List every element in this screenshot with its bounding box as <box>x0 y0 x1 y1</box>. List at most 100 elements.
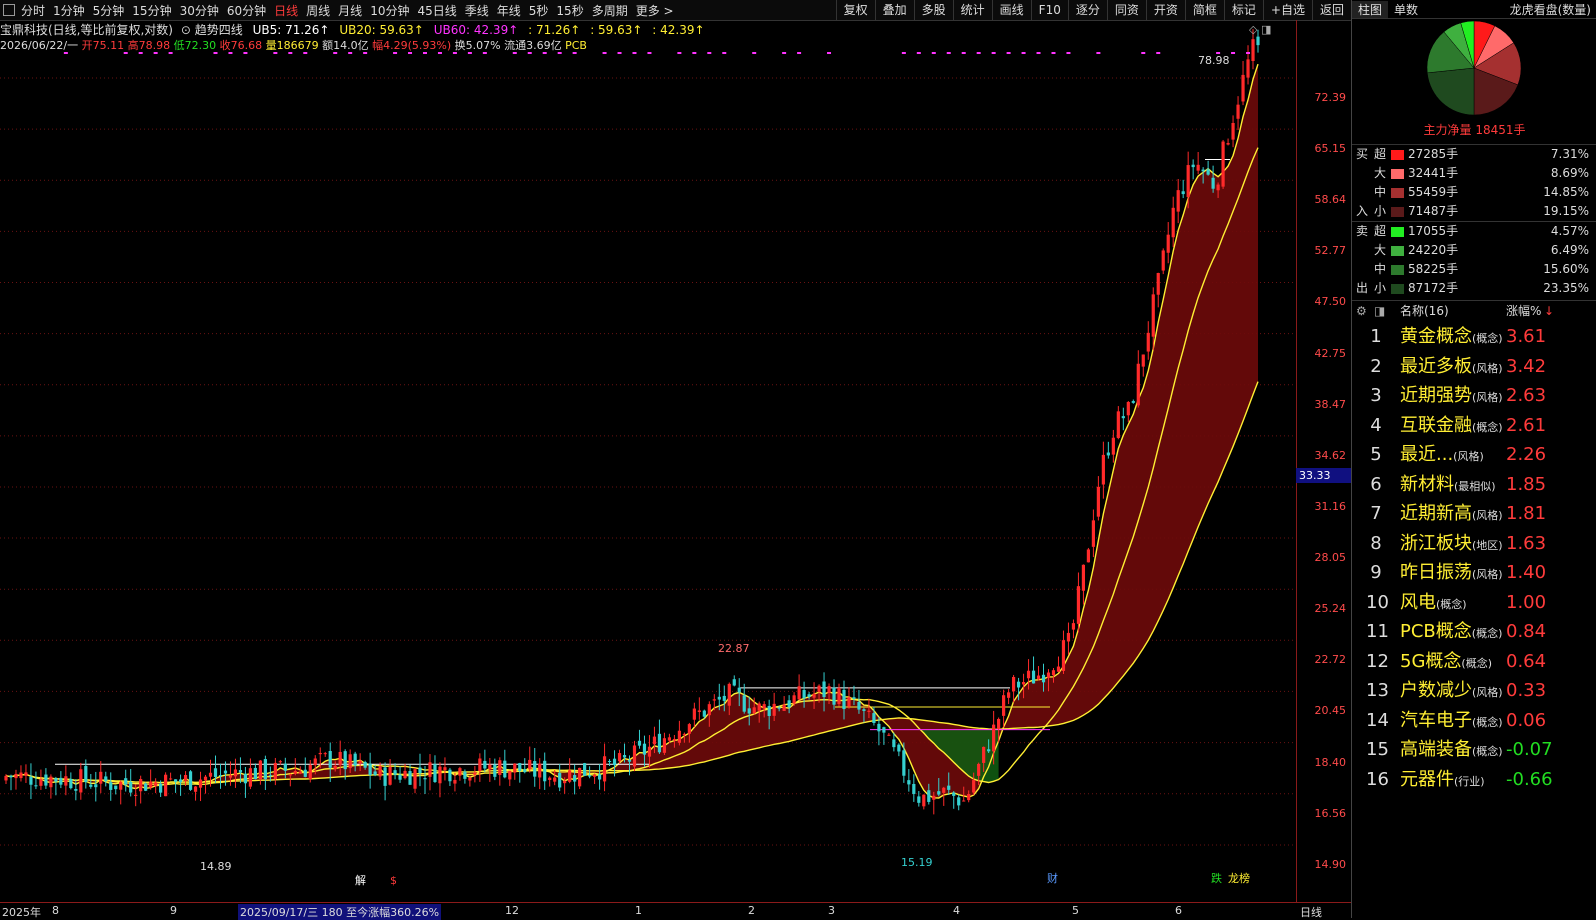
candle-body <box>208 772 213 777</box>
sector-row[interactable]: 6 新材料(最相似) 1.85 <box>1352 470 1596 500</box>
candle-body <box>957 797 961 806</box>
sector-name-header[interactable]: 名称(16) <box>1400 301 1449 321</box>
period-tab[interactable]: 30分钟 <box>180 2 219 19</box>
sector-row[interactable]: 1 黄金概念(概念) 3.61 <box>1352 322 1596 352</box>
candle-body <box>972 780 976 793</box>
candle-body <box>238 770 243 773</box>
period-tab[interactable]: 5秒 <box>529 2 549 19</box>
period-tab[interactable]: 60分钟 <box>227 2 266 19</box>
candle-body <box>1196 164 1200 171</box>
tool-button[interactable]: +自选 <box>1262 0 1312 20</box>
period-tab[interactable]: 年线 <box>497 2 521 19</box>
sector-row[interactable]: 5 最近...(风格) 2.26 <box>1352 440 1596 470</box>
period-tab[interactable]: 周线 <box>306 2 330 19</box>
tool-button[interactable]: 复权 <box>835 0 875 20</box>
sector-row[interactable]: 12 5G概念(概念) 0.64 <box>1352 647 1596 677</box>
candle-body <box>79 769 83 793</box>
sector-row[interactable]: 13 户数减少(风格) 0.33 <box>1352 676 1596 706</box>
price-tick-label: 47.50 <box>1314 295 1347 309</box>
flow-row: 出小 87172手 23.35% <box>1352 279 1596 298</box>
candle-body <box>74 788 78 791</box>
price-tick-label: 28.05 <box>1314 551 1347 565</box>
tab-count[interactable]: 单数 <box>1388 1 1424 18</box>
sector-row[interactable]: 16 元器件(行业) -0.66 <box>1352 765 1596 795</box>
tool-button[interactable]: 统计 <box>952 0 992 20</box>
sector-row[interactable]: 11 PCB概念(概念) 0.84 <box>1352 617 1596 647</box>
date-tick-label: 3 <box>828 904 835 917</box>
candle-body <box>19 772 23 779</box>
sector-row[interactable]: 4 互联金融(概念) 2.61 <box>1352 411 1596 441</box>
sector-row[interactable]: 8 浙江板块(地区) 1.63 <box>1352 529 1596 559</box>
period-tab[interactable]: 5分钟 <box>93 2 125 19</box>
candle-body <box>1256 36 1260 46</box>
candle-body <box>692 708 696 720</box>
low-label: 15.19 <box>901 856 933 869</box>
signal-dot <box>303 52 308 54</box>
candle-body <box>383 767 387 786</box>
period-tab[interactable]: 月线 <box>338 2 362 19</box>
candle-body <box>129 781 133 793</box>
signal-dot <box>707 52 712 54</box>
candle-body <box>827 686 831 693</box>
panel-icon[interactable]: ◨ <box>1374 301 1385 321</box>
period-tab[interactable]: 15分钟 <box>132 2 171 19</box>
candle-body <box>727 683 731 706</box>
candle-body <box>742 695 746 712</box>
signal-dot <box>1021 52 1026 54</box>
pie-slice <box>1426 67 1475 116</box>
sector-row[interactable]: 7 近期新高(风格) 1.81 <box>1352 499 1596 529</box>
period-tab[interactable]: 1分钟 <box>53 2 85 19</box>
window-menu-icon[interactable] <box>3 4 15 16</box>
sector-chg-header[interactable]: 涨幅% <box>1506 301 1541 321</box>
signal-dot <box>602 52 607 54</box>
period-tab[interactable]: 季线 <box>465 2 489 19</box>
candle-body <box>423 778 427 780</box>
tool-button[interactable]: F10 <box>1030 0 1068 20</box>
period-tab[interactable]: 45日线 <box>417 2 456 19</box>
sector-row[interactable]: 15 高端装备(概念) -0.07 <box>1352 735 1596 765</box>
tool-button[interactable]: 返回 <box>1311 0 1351 20</box>
sector-row[interactable]: 10 风电(概念) 1.00 <box>1352 588 1596 618</box>
gear-icon[interactable]: ⚙ <box>1356 301 1367 321</box>
sector-name: 户数减少(风格) <box>1400 680 1503 701</box>
flow-percent: 6.49% <box>1550 243 1589 257</box>
signal-dot <box>123 52 128 54</box>
candlestick-chart[interactable]: 78.98 22.87 14.89 15.19 解 $ 财 跌龙榜 <box>0 20 1296 902</box>
period-tab[interactable]: 多周期 <box>592 2 628 19</box>
candle-body <box>792 695 796 704</box>
flow-color-swatch <box>1391 246 1404 256</box>
candle-body <box>682 733 686 735</box>
tool-button[interactable]: 叠加 <box>874 0 914 20</box>
sector-row[interactable]: 9 昨日振荡(风格) 1.40 <box>1352 558 1596 588</box>
top-right-icon[interactable]: ◇ ◨ <box>1249 23 1271 36</box>
tool-button[interactable]: 多股 <box>913 0 953 20</box>
tool-button[interactable]: 同资 <box>1106 0 1146 20</box>
period-tab[interactable]: 15秒 <box>556 2 583 19</box>
period-tab[interactable]: 分时 <box>21 2 45 19</box>
current-price-tag: 33.33 <box>1296 468 1351 483</box>
price-tick-label: 58.64 <box>1314 193 1347 207</box>
period-tab[interactable]: 更多 > <box>636 2 674 19</box>
tool-button[interactable]: 简框 <box>1184 0 1224 20</box>
period-tab[interactable]: 10分钟 <box>370 2 409 19</box>
main-flow-text: 主力净量 18451手 <box>1423 123 1526 137</box>
sector-type: (风格) <box>1453 450 1484 463</box>
candle-body <box>777 707 781 709</box>
candle-body <box>109 782 113 790</box>
sector-row[interactable]: 3 近期强势(风格) 2.63 <box>1352 381 1596 411</box>
candle-body <box>69 778 73 789</box>
period-tabs: 分时 1分钟 5分钟 15分钟 30分钟 60分钟 日线 周线 月线 10分钟 45日线 季线 年线 5秒… <box>21 2 682 19</box>
sector-row[interactable]: 14 汽车电子(概念) 0.06 <box>1352 706 1596 736</box>
tool-button[interactable]: 画线 <box>991 0 1031 20</box>
tab-bar-chart[interactable]: 柱图 <box>1352 0 1389 18</box>
candle-body <box>169 778 173 780</box>
period-tab[interactable]: 日线 <box>274 2 298 19</box>
price-tick-label: 31.16 <box>1314 500 1347 513</box>
candle-body <box>1091 520 1095 547</box>
tool-button[interactable]: 标记 <box>1223 0 1263 20</box>
candle-body <box>612 758 617 766</box>
tool-button[interactable]: 开资 <box>1145 0 1185 20</box>
sector-row[interactable]: 2 最近多板(风格) 3.42 <box>1352 352 1596 382</box>
tool-button[interactable]: 逐分 <box>1067 0 1107 20</box>
tool-buttons: 复权 叠加 多股 统计 画线 F10 逐分 同资 开资 简框 标记 +自选 返回 <box>835 0 1351 20</box>
